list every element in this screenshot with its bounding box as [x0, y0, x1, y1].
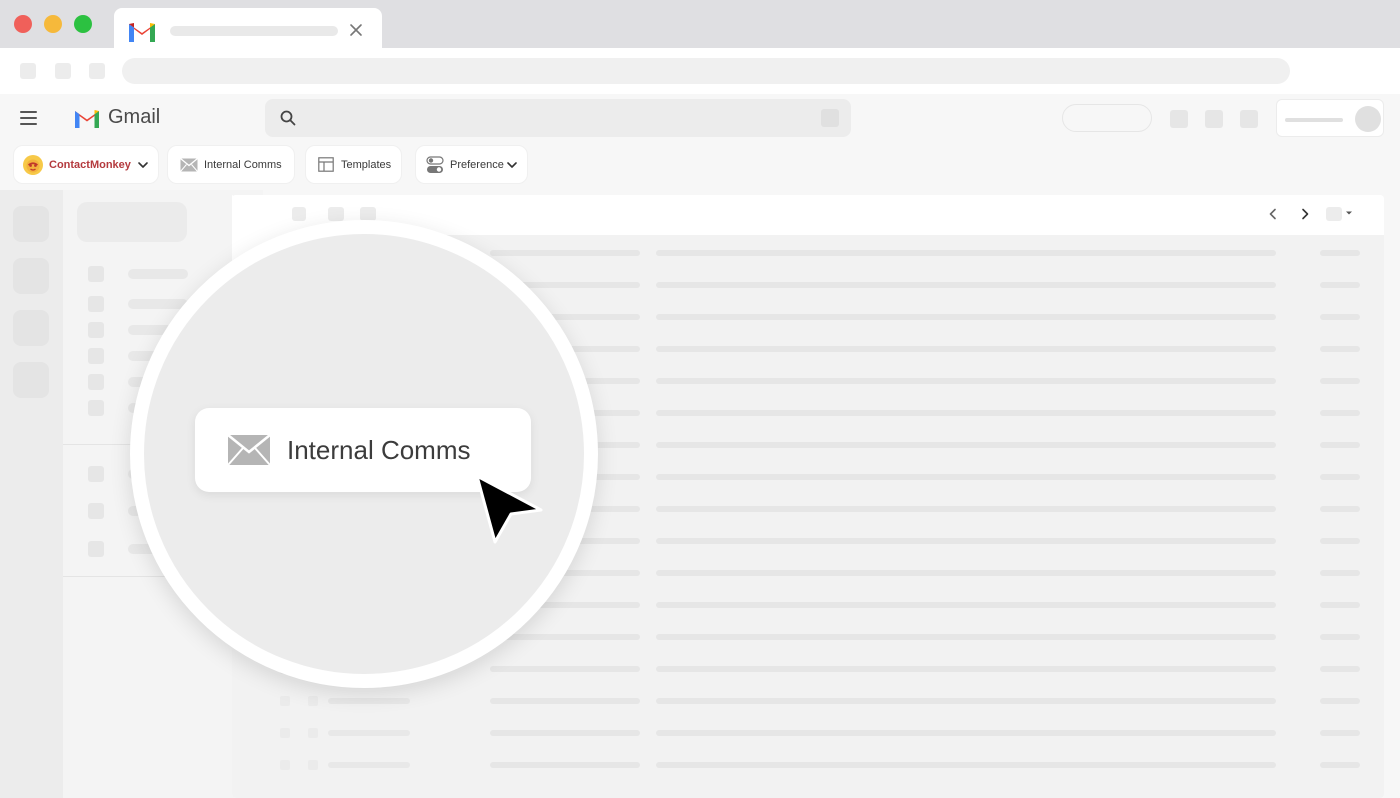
- internal-comms-button[interactable]: Internal Comms: [167, 145, 295, 184]
- browser-tab-gmail[interactable]: [114, 8, 382, 48]
- search-icon[interactable]: [279, 109, 297, 127]
- reload-button[interactable]: [89, 63, 105, 79]
- account-name-placeholder: [1285, 118, 1343, 122]
- toggle-switch-icon: [426, 155, 444, 173]
- more-actions-button[interactable]: [360, 207, 376, 221]
- table-row[interactable]: [232, 749, 1384, 781]
- search-input[interactable]: [265, 99, 851, 137]
- table-row[interactable]: [232, 717, 1384, 749]
- select-all-checkbox[interactable]: [292, 207, 306, 221]
- chevron-down-icon: [507, 161, 517, 168]
- mouse-cursor-icon: [475, 474, 543, 544]
- compose-button[interactable]: [77, 202, 187, 242]
- contactmonkey-logo: [23, 154, 43, 175]
- support-button[interactable]: [1170, 110, 1188, 128]
- account-switcher[interactable]: [1276, 99, 1384, 137]
- internal-comms-zoomed-label: Internal Comms: [287, 434, 471, 465]
- input-tools-button[interactable]: [1326, 207, 1342, 221]
- folder-icon: [88, 400, 104, 416]
- chevron-down-icon[interactable]: [1344, 208, 1354, 218]
- browser-toolbar: [0, 48, 1400, 94]
- status-pill[interactable]: [1062, 104, 1152, 132]
- rail-item-meet[interactable]: [13, 362, 49, 398]
- folder-icon: [88, 322, 104, 338]
- gmail-logo[interactable]: [74, 108, 100, 128]
- browser-tab-strip: [0, 0, 1400, 48]
- left-rail: [0, 190, 63, 798]
- forward-button[interactable]: [55, 63, 71, 79]
- label-icon: [88, 503, 104, 519]
- settings-button[interactable]: [1205, 110, 1223, 128]
- hamburger-menu-icon[interactable]: [20, 111, 37, 125]
- search-options-button[interactable]: [821, 109, 839, 127]
- window-minimize-button[interactable]: [44, 15, 62, 33]
- avatar[interactable]: [1355, 106, 1381, 132]
- rail-item-chat[interactable]: [13, 258, 49, 294]
- back-button[interactable]: [20, 63, 36, 79]
- chevron-left-icon[interactable]: [1266, 207, 1280, 221]
- folder-item[interactable]: [128, 269, 188, 279]
- folder-icon: [88, 374, 104, 390]
- folder-item[interactable]: [128, 299, 188, 309]
- label-icon: [88, 466, 104, 482]
- layout-template-icon: [318, 157, 334, 172]
- chevron-right-icon[interactable]: [1298, 207, 1312, 221]
- rail-item-mail[interactable]: [13, 206, 49, 242]
- folder-icon: [88, 296, 104, 312]
- templates-label: Templates: [341, 158, 392, 171]
- internal-comms-label: Internal Comms: [204, 158, 282, 171]
- envelope-icon: [180, 157, 198, 172]
- table-row[interactable]: [232, 685, 1384, 717]
- close-icon[interactable]: [348, 22, 364, 38]
- gmail-header: Gmail: [0, 94, 1400, 142]
- contactmonkey-menu-button[interactable]: ContactMonkey: [13, 145, 159, 184]
- folder-icon: [88, 266, 104, 282]
- contactmonkey-label: ContactMonkey: [49, 158, 131, 171]
- gmail-favicon-icon: [129, 23, 155, 42]
- preference-button[interactable]: Preference: [415, 145, 528, 184]
- envelope-icon: [227, 434, 271, 466]
- apps-button[interactable]: [1240, 110, 1258, 128]
- window-maximize-button[interactable]: [74, 15, 92, 33]
- refresh-button[interactable]: [328, 207, 344, 221]
- chevron-down-icon: [138, 161, 148, 168]
- tab-title-placeholder: [170, 26, 338, 36]
- preference-label: Preference: [450, 158, 504, 171]
- folder-icon: [88, 348, 104, 364]
- address-bar[interactable]: [122, 58, 1290, 84]
- templates-button[interactable]: Templates: [305, 145, 402, 184]
- rail-item-spaces[interactable]: [13, 310, 49, 346]
- gmail-wordmark: Gmail: [108, 106, 161, 128]
- label-icon: [88, 541, 104, 557]
- window-close-button[interactable]: [14, 15, 32, 33]
